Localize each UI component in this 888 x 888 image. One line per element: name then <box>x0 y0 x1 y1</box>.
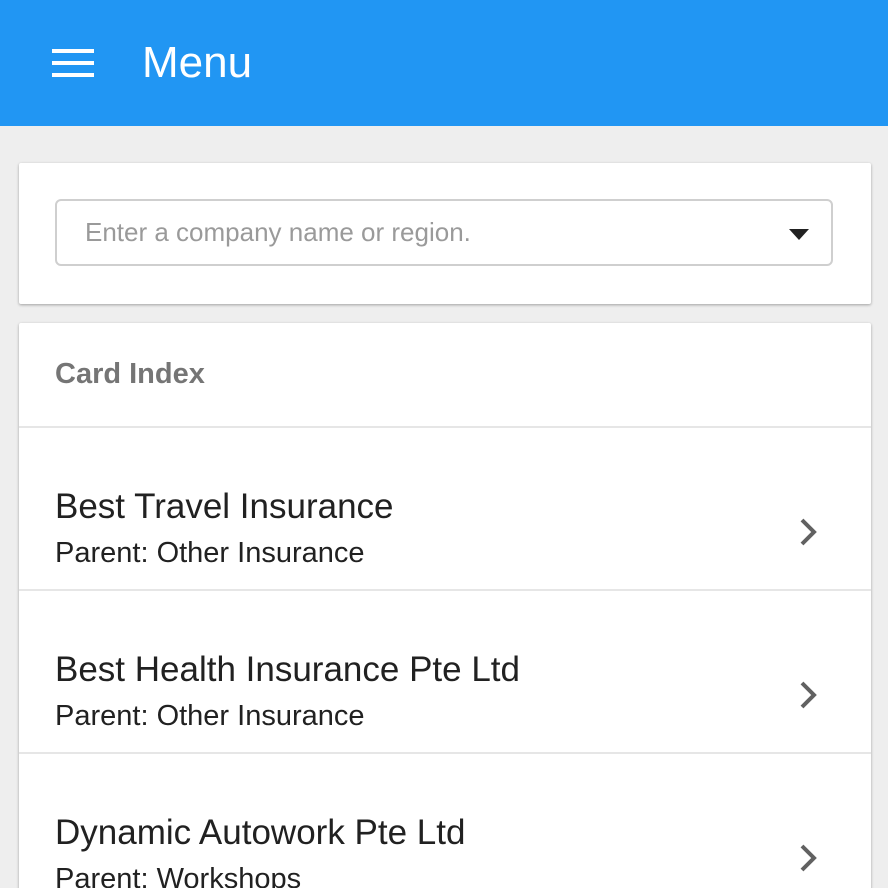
company-parent: Parent: Other Insurance <box>55 536 365 570</box>
company-search-input[interactable] <box>57 201 831 264</box>
company-search-select[interactable] <box>55 199 833 266</box>
parent-value: Workshops <box>156 863 302 888</box>
company-parent: Parent: Workshops <box>55 862 301 888</box>
list-item[interactable]: Best Travel Insurance Parent: Other Insu… <box>19 428 871 591</box>
list-item[interactable]: Best Health Insurance Pte Ltd Parent: Ot… <box>19 591 871 754</box>
menu-button[interactable] <box>40 34 106 92</box>
app-root: Menu Card Index Best Travel Insurance Pa… <box>0 0 888 888</box>
list-item[interactable]: Dynamic Autowork Pte Ltd Parent: Worksho… <box>19 754 871 888</box>
search-card <box>19 163 871 304</box>
page-title: Menu <box>142 38 253 87</box>
parent-value: Other Insurance <box>156 700 365 732</box>
parent-value: Other Insurance <box>156 537 365 569</box>
chevron-right-icon <box>800 518 817 546</box>
caret-down-icon[interactable] <box>789 229 809 241</box>
parent-label: Parent: <box>55 700 149 732</box>
company-name: Dynamic Autowork Pte Ltd <box>55 813 466 852</box>
company-name: Best Health Insurance Pte Ltd <box>55 650 520 689</box>
list-header: Card Index <box>19 323 871 428</box>
top-app-bar: Menu <box>0 0 888 126</box>
chevron-right-icon <box>800 844 817 872</box>
company-parent: Parent: Other Insurance <box>55 699 365 733</box>
company-name: Best Travel Insurance <box>55 487 394 526</box>
hamburger-menu-icon <box>52 49 94 77</box>
parent-label: Parent: <box>55 863 149 888</box>
list-header-title: Card Index <box>55 358 205 390</box>
parent-label: Parent: <box>55 537 149 569</box>
chevron-right-icon <box>800 681 817 709</box>
card-index-list: Card Index Best Travel Insurance Parent:… <box>19 323 871 888</box>
